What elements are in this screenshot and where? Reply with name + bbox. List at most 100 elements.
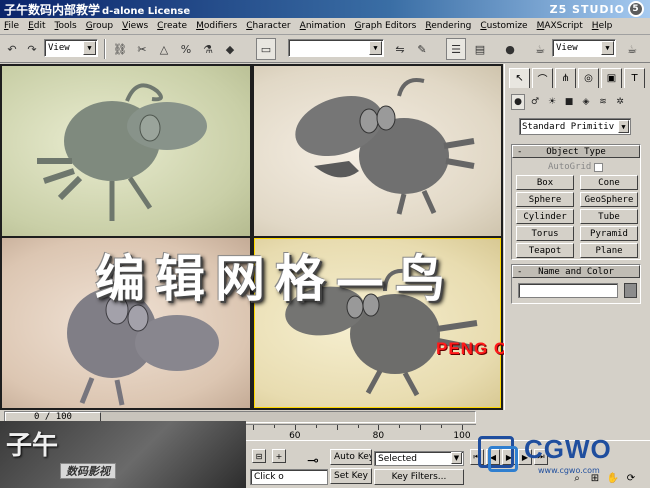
- layer-manager-icon[interactable]: ☰: [446, 38, 466, 60]
- toolbar-separator: [104, 39, 106, 59]
- track-bar-tick: [294, 425, 296, 430]
- object-type-title: Object Type: [546, 146, 606, 157]
- select-object-icon[interactable]: ⚗: [198, 38, 218, 60]
- viewport-top[interactable]: [2, 66, 250, 236]
- cone-button[interactable]: Cone: [580, 175, 638, 190]
- collapse-icon[interactable]: -: [517, 147, 522, 157]
- key-icon[interactable]: ⊸: [300, 453, 326, 469]
- object-name-field[interactable]: [518, 283, 618, 298]
- menu-group[interactable]: Group: [86, 21, 113, 31]
- title-bar: 子午数码内部教学 d-alone License Z5 STUDIO 5: [0, 0, 650, 18]
- utilities-tab-icon[interactable]: T: [624, 68, 645, 88]
- menu-graph-editors[interactable]: Graph Editors: [355, 21, 417, 31]
- key-selection-value: Selected: [378, 453, 418, 464]
- tube-button[interactable]: Tube: [580, 209, 638, 224]
- name-color-header[interactable]: - Name and Color: [512, 265, 640, 278]
- teapot-icon[interactable]: ☕: [622, 38, 642, 60]
- select-by-name-icon[interactable]: ◆: [220, 38, 240, 60]
- cameras-icon[interactable]: ■: [562, 94, 576, 110]
- render-type-combo[interactable]: View ▼: [552, 39, 616, 57]
- pyramid-button[interactable]: Pyramid: [580, 226, 638, 241]
- geosphere-button[interactable]: GeoSphere: [580, 192, 638, 207]
- menu-character[interactable]: Character: [246, 21, 290, 31]
- menu-tools[interactable]: Tools: [55, 21, 77, 31]
- cgwo-logo-shape: [488, 446, 518, 472]
- box-button[interactable]: Box: [516, 175, 574, 190]
- menu-views[interactable]: Views: [122, 21, 148, 31]
- motion-tab-icon[interactable]: ◎: [578, 68, 599, 88]
- track-view-icon[interactable]: ▤: [470, 38, 490, 60]
- display-tab-icon[interactable]: ▣: [601, 68, 622, 88]
- modify-tab-icon[interactable]: ⌒: [532, 68, 553, 88]
- menu-file[interactable]: File: [4, 21, 19, 31]
- track-bar-tick: [357, 425, 359, 428]
- menu-maxscript[interactable]: MAXScript: [537, 21, 583, 31]
- studio-logo: Z5 STUDIO 5: [550, 1, 644, 17]
- plane-button[interactable]: Plane: [580, 243, 638, 258]
- teapot-button[interactable]: Teapot: [516, 243, 574, 258]
- studio-banner-sub: 数码影视: [60, 463, 116, 479]
- menu-edit[interactable]: Edit: [28, 21, 45, 31]
- name-color-rollout: - Name and Color: [511, 264, 641, 304]
- sphere-button[interactable]: Sphere: [516, 192, 574, 207]
- chevron-down-icon[interactable]: ▼: [618, 120, 629, 133]
- autogrid-checkbox[interactable]: [594, 162, 604, 172]
- track-bar-tick: [253, 425, 254, 430]
- align-icon[interactable]: ✎: [412, 38, 432, 60]
- track-bar-tick: [462, 425, 463, 430]
- render-scene-icon[interactable]: ☕: [530, 38, 550, 60]
- chevron-down-icon[interactable]: ▼: [601, 41, 614, 55]
- viewport-front[interactable]: [254, 66, 501, 236]
- hierarchy-tab-icon[interactable]: ⋔: [555, 68, 576, 88]
- select-region-icon[interactable]: ▭: [256, 38, 276, 60]
- autogrid-option[interactable]: AutoGrid: [548, 162, 604, 172]
- selection-filter-icon[interactable]: %: [176, 38, 196, 60]
- selection-lock-icon[interactable]: ⊟: [252, 449, 266, 463]
- helpers-icon[interactable]: ◈: [579, 94, 593, 110]
- menu-modifiers[interactable]: Modifiers: [196, 21, 237, 31]
- overlay-title: 编辑网格—鸟: [95, 249, 455, 308]
- torus-button[interactable]: Torus: [516, 226, 574, 241]
- shapes-icon[interactable]: ♂: [528, 94, 542, 110]
- lights-icon[interactable]: ☀: [545, 94, 559, 110]
- autogrid-label: AutoGrid: [548, 162, 592, 172]
- select-link-icon[interactable]: ⛓: [110, 38, 130, 60]
- absolute-mode-icon[interactable]: +: [272, 449, 286, 463]
- menu-customize[interactable]: Customize: [480, 21, 527, 31]
- window-title-text: 子午数码内部教学: [4, 3, 101, 17]
- menu-create[interactable]: Create: [157, 21, 187, 31]
- object-color-swatch[interactable]: [624, 283, 637, 298]
- auto-key-button[interactable]: Auto Key: [330, 449, 372, 465]
- cylinder-button[interactable]: Cylinder: [516, 209, 574, 224]
- command-panel-tabs: ↖ ⌒ ⋔ ◎ ▣ T: [509, 68, 647, 88]
- key-filters-button[interactable]: Key Filters...: [374, 469, 464, 485]
- geometry-icon[interactable]: ●: [511, 94, 525, 110]
- material-editor-icon[interactable]: ●: [500, 38, 520, 60]
- mirror-icon[interactable]: ⇋: [390, 38, 410, 60]
- create-tab-icon[interactable]: ↖: [509, 68, 530, 88]
- track-bar-tick: [420, 425, 422, 430]
- track-bar-tick: [273, 425, 275, 428]
- object-type-header[interactable]: - Object Type: [512, 145, 640, 158]
- undo-icon[interactable]: ↶: [2, 38, 22, 60]
- name-color-title: Name and Color: [538, 266, 614, 277]
- track-bar-tick: [378, 425, 380, 430]
- selection-set-combo[interactable]: ▼: [288, 39, 384, 57]
- unlink-icon[interactable]: ✂: [132, 38, 152, 60]
- menu-animation[interactable]: Animation: [300, 21, 346, 31]
- prompt-line: Click o: [250, 469, 328, 485]
- bind-spacewarp-icon[interactable]: △: [154, 38, 174, 60]
- chevron-down-icon[interactable]: ▼: [451, 452, 462, 464]
- menu-rendering[interactable]: Rendering: [425, 21, 471, 31]
- spacewarps-icon[interactable]: ≋: [596, 94, 610, 110]
- chevron-down-icon[interactable]: ▼: [369, 41, 382, 55]
- systems-icon[interactable]: ✲: [613, 94, 627, 110]
- key-selection-combo[interactable]: Selected ▼: [374, 451, 464, 466]
- redo-icon[interactable]: ↷: [22, 38, 42, 60]
- primitive-category-combo[interactable]: Standard Primitiv ▼: [519, 118, 631, 135]
- collapse-icon[interactable]: -: [517, 267, 522, 277]
- menu-help[interactable]: Help: [592, 21, 613, 31]
- set-key-button[interactable]: Set Key: [330, 468, 372, 484]
- chevron-down-icon[interactable]: ▼: [83, 41, 96, 55]
- ref-coord-combo[interactable]: View ▼: [44, 39, 98, 57]
